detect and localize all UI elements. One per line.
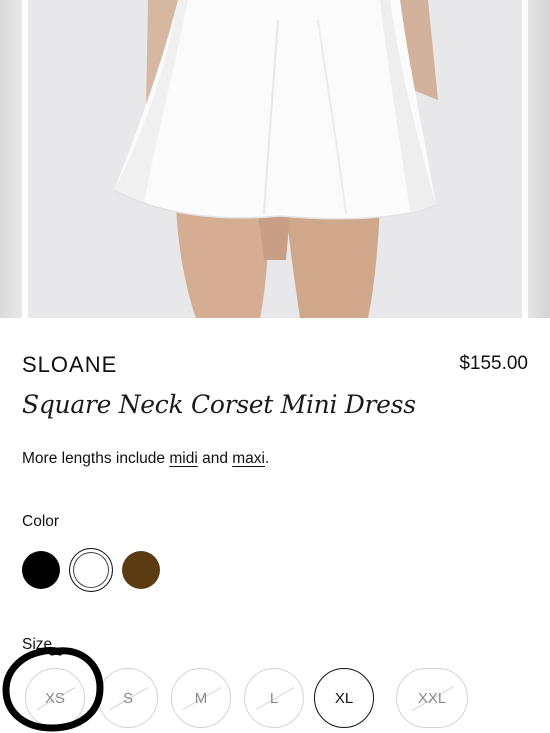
color-label: Color: [22, 513, 60, 530]
hand-drawn-circle-annotation: [2, 647, 104, 732]
size-label-m: M: [194, 689, 208, 707]
lengths-and: and: [197, 450, 233, 467]
color-swatch-white[interactable]: [69, 548, 113, 592]
color-swatch-black[interactable]: [22, 551, 60, 589]
size-label-xxl: XXL: [417, 689, 447, 707]
midi-length-link[interactable]: midi: [169, 450, 197, 467]
size-option-m[interactable]: M: [171, 668, 231, 728]
size-label-s: S: [122, 689, 133, 707]
size-label-xl: XL: [334, 689, 354, 707]
next-image-peek[interactable]: [528, 0, 550, 318]
color-swatch-brown[interactable]: [122, 551, 160, 589]
size-option-xl[interactable]: XL: [314, 668, 374, 728]
maxi-length-link[interactable]: maxi: [232, 450, 265, 467]
size-label-l: L: [269, 689, 279, 707]
previous-image-peek[interactable]: [0, 0, 22, 318]
lengths-prefix: More lengths include: [22, 450, 170, 467]
size-option-l[interactable]: L: [244, 668, 304, 728]
product-title: Square Neck Corset Mini Dress: [22, 390, 416, 419]
size-option-xxl[interactable]: XXL: [396, 668, 468, 728]
lengths-note: More lengths include midi and maxi.: [22, 450, 269, 468]
dress-photo: [28, 0, 522, 318]
product-price: $155.00: [459, 353, 528, 374]
lengths-suffix: .: [264, 450, 270, 467]
product-image: [28, 0, 522, 318]
color-swatches: [22, 548, 160, 592]
brand-name: SLOANE: [22, 352, 118, 377]
product-image-carousel[interactable]: [0, 0, 550, 318]
